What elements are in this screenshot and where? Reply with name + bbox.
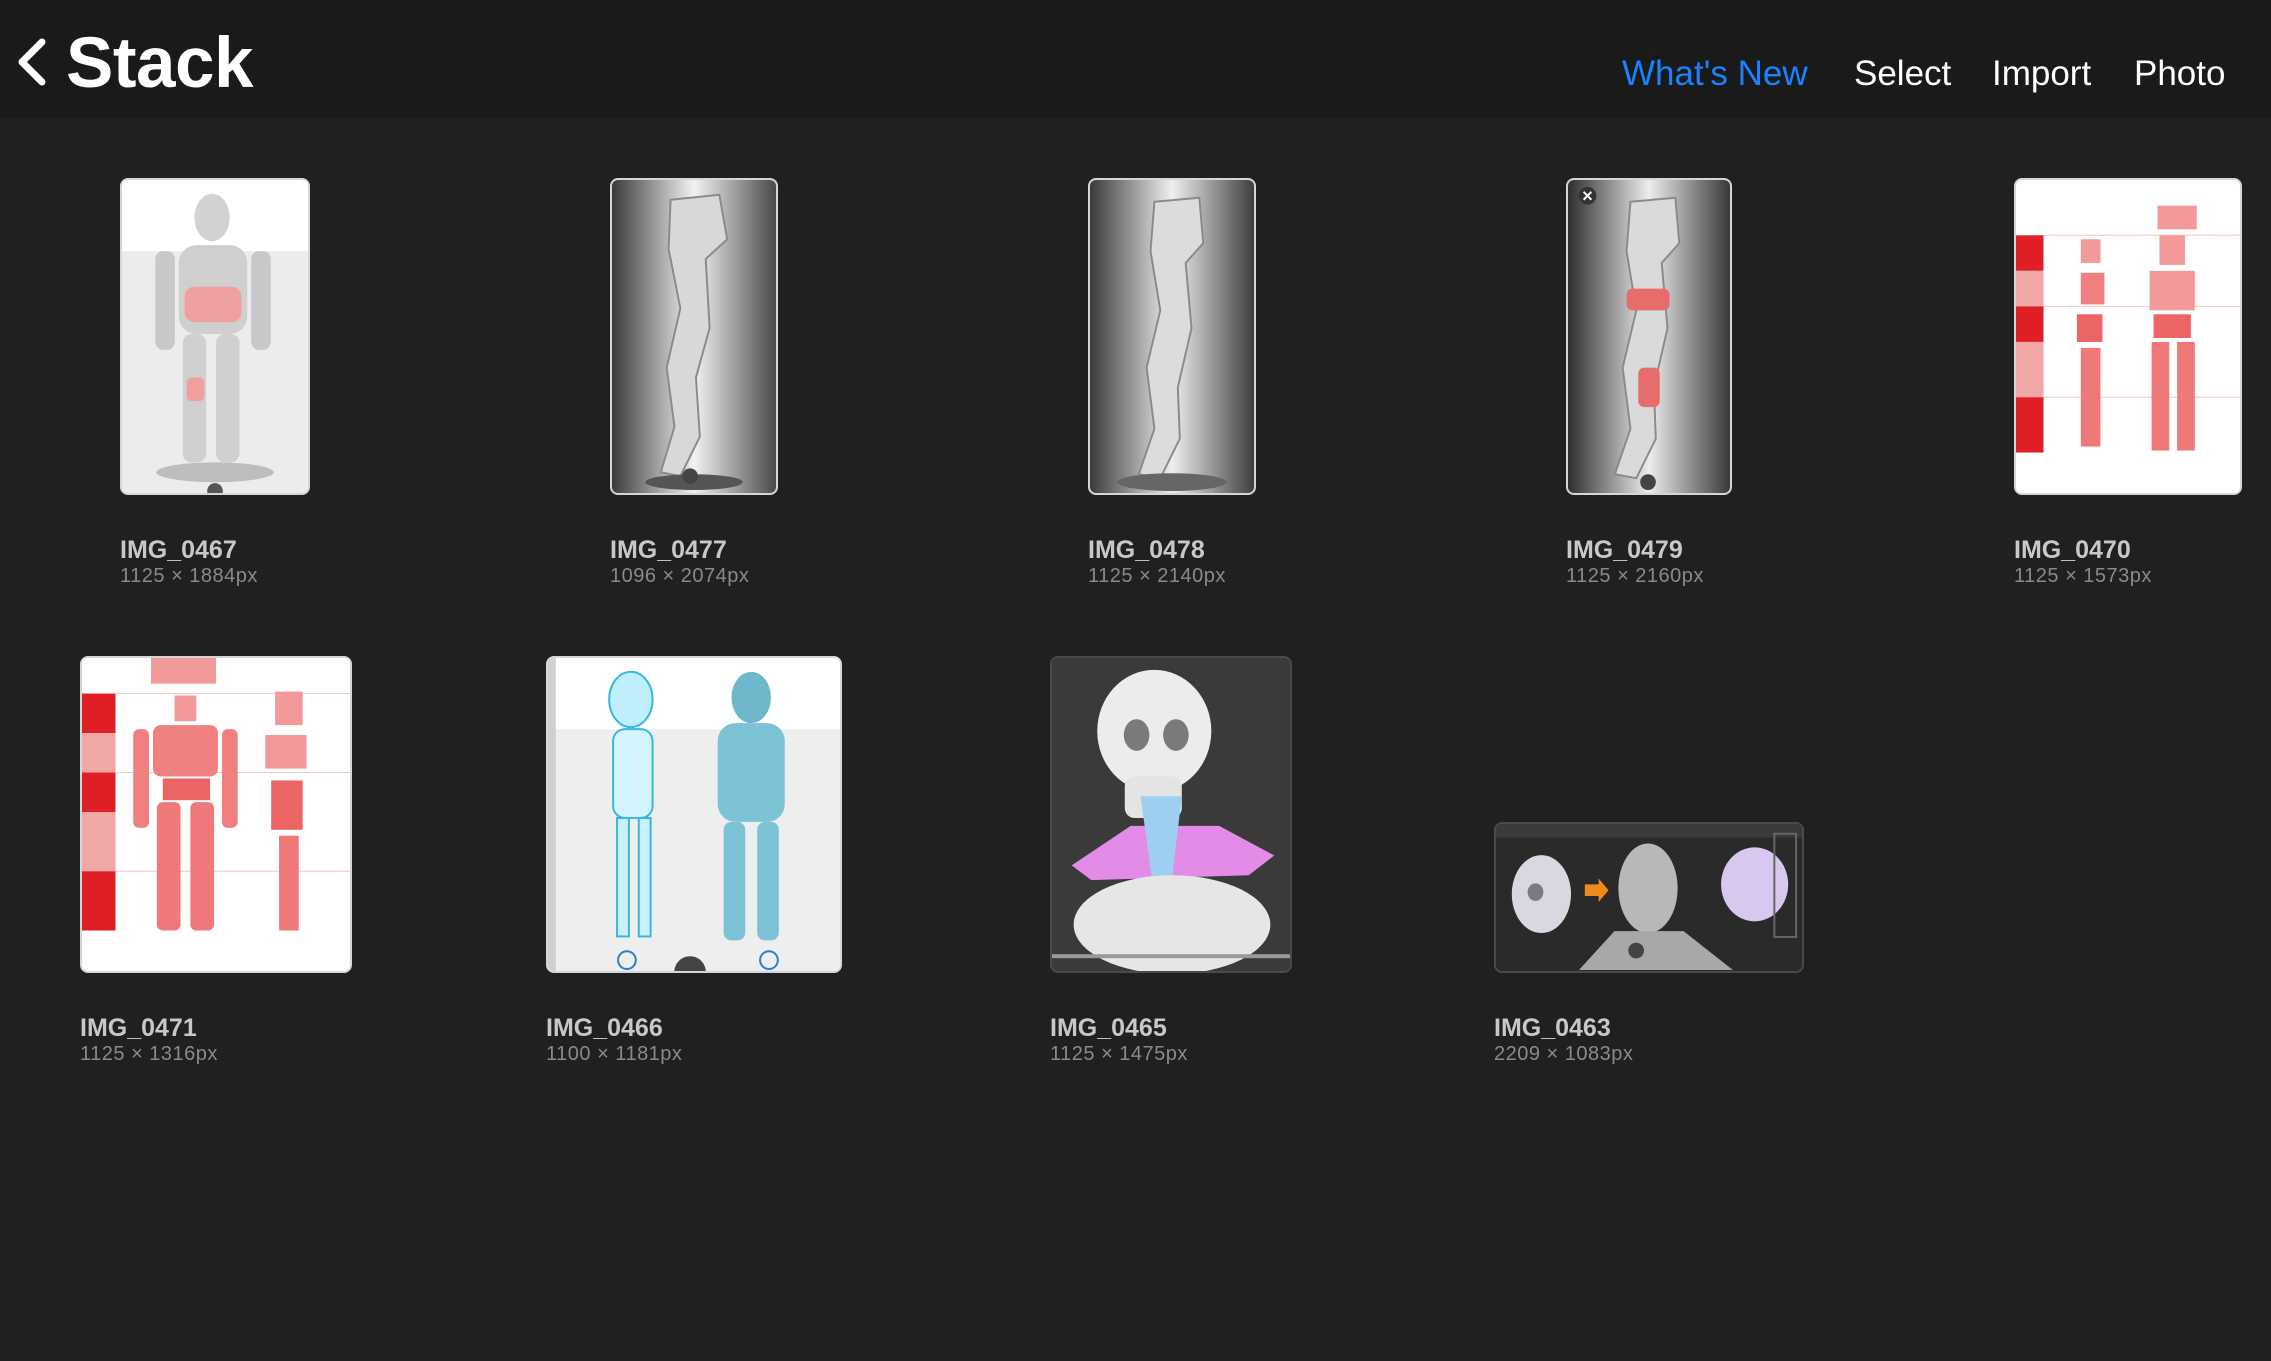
item-dimensions: 1125 × 2140px [1088, 565, 1226, 587]
chevron-left-icon [18, 38, 46, 86]
artwork-thumbnail[interactable] [80, 656, 352, 973]
artwork-thumbnail[interactable] [1088, 178, 1256, 495]
artwork-thumbnail[interactable] [1566, 178, 1732, 495]
item-title: IMG_0470 [2014, 536, 2131, 564]
item-title: IMG_0479 [1566, 536, 1683, 564]
item-title: IMG_0471 [80, 1014, 197, 1042]
whats-new-button[interactable]: What's New [1622, 50, 1808, 98]
photo-button[interactable]: Photo [2134, 50, 2225, 98]
artwork-thumbnail[interactable] [2014, 178, 2242, 495]
item-title: IMG_0465 [1050, 1014, 1167, 1042]
item-dimensions: 1125 × 1316px [80, 1043, 218, 1065]
artwork-thumbnail[interactable] [546, 656, 842, 973]
artwork-thumbnail[interactable] [120, 178, 310, 495]
artwork-thumbnail[interactable] [1494, 822, 1804, 973]
item-dimensions: 1125 × 1884px [120, 565, 258, 587]
navigation-bar: Stack What's New Select Import Photo [0, 0, 2271, 118]
item-title: IMG_0477 [610, 536, 727, 564]
item-title: IMG_0478 [1088, 536, 1205, 564]
item-title: IMG_0467 [120, 536, 237, 564]
back-button[interactable] [14, 36, 52, 88]
import-button[interactable]: Import [1992, 50, 2091, 98]
page-title: Stack [66, 24, 253, 103]
item-dimensions: 1125 × 1573px [2014, 565, 2152, 587]
item-dimensions: 2209 × 1083px [1494, 1043, 1634, 1065]
item-dimensions: 1125 × 1475px [1050, 1043, 1188, 1065]
item-title: IMG_0463 [1494, 1014, 1611, 1042]
artwork-thumbnail[interactable] [610, 178, 778, 495]
item-dimensions: 1096 × 2074px [610, 565, 750, 587]
item-title: IMG_0466 [546, 1014, 663, 1042]
item-dimensions: 1100 × 1181px [546, 1043, 683, 1065]
artwork-thumbnail[interactable] [1050, 656, 1292, 973]
item-dimensions: 1125 × 2160px [1566, 565, 1704, 587]
select-button[interactable]: Select [1854, 50, 1951, 98]
